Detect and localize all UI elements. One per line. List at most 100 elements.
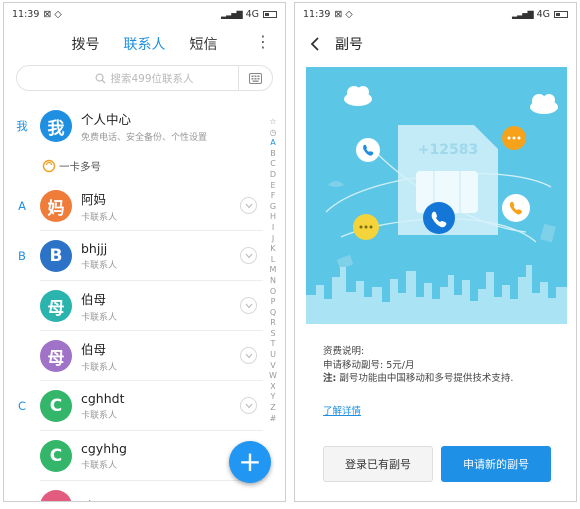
- sim-number: +12583: [418, 142, 478, 158]
- contact-sub: 免费电话、安全备份、个性设置: [81, 133, 208, 143]
- expand-chevron-icon[interactable]: [240, 397, 257, 414]
- alphabet-index-letter[interactable]: ☆: [267, 117, 279, 128]
- expand-chevron-icon[interactable]: [240, 297, 257, 314]
- alphabet-index-letter[interactable]: Y: [267, 392, 279, 403]
- dialpad-icon[interactable]: [238, 66, 272, 90]
- alphabet-index-letter[interactable]: Q: [267, 308, 279, 319]
- city-skyline-illustration: [306, 265, 567, 324]
- contacts-screen: 11:39 ⊠ ◇ ▂▃▅▇ 4G 拨号 联系人 短信 ⋮ 搜索499位联系人 …: [3, 2, 286, 502]
- avatar: 我: [40, 110, 72, 142]
- battery-icon: [554, 10, 568, 18]
- expand-chevron-icon[interactable]: [240, 347, 257, 364]
- learn-more-link[interactable]: 了解详情: [323, 403, 361, 417]
- plus-icon: +: [238, 445, 262, 478]
- contact-sub: 卡联系人: [81, 411, 118, 421]
- alphabet-index-letter[interactable]: G: [267, 202, 279, 213]
- tab-dialer[interactable]: 拨号: [72, 34, 100, 54]
- alphabet-index-letter[interactable]: A: [267, 138, 279, 149]
- alphabet-index-letter[interactable]: J: [267, 234, 279, 245]
- notification-icons: ⊠ ◇: [334, 8, 353, 20]
- contact-row[interactable]: 母伯母卡联系人: [4, 281, 285, 331]
- alphabet-index-letter[interactable]: P: [267, 297, 279, 308]
- alphabet-index-letter[interactable]: O: [267, 287, 279, 298]
- contact-name: cghhdt: [81, 391, 125, 406]
- status-time: 11:39: [12, 8, 40, 20]
- tab-contacts[interactable]: 联系人: [124, 34, 166, 54]
- avatar: 妈: [40, 190, 72, 222]
- phone-bubble-icon: [423, 202, 455, 234]
- alphabet-index-letter[interactable]: E: [267, 181, 279, 192]
- battery-icon: [263, 10, 277, 18]
- alphabet-index-letter[interactable]: Z: [267, 403, 279, 414]
- contact-row[interactable]: 母伯母 卡联系人: [4, 331, 285, 381]
- section-letter: 我: [16, 119, 28, 133]
- contact-sub: 卡联系人: [81, 313, 118, 323]
- avatar: B: [40, 240, 72, 272]
- more-menu-icon[interactable]: ⋮: [255, 34, 271, 50]
- avatar: 母: [40, 340, 72, 372]
- alphabet-index-letter[interactable]: ◷: [267, 128, 279, 139]
- contact-row[interactable]: C Ccghhdt 卡联系人: [4, 381, 285, 431]
- note-label: 注:: [323, 373, 337, 384]
- alphabet-index-letter[interactable]: M: [267, 265, 279, 276]
- add-contact-button[interactable]: +: [229, 441, 271, 483]
- alphabet-index-letter[interactable]: F: [267, 191, 279, 202]
- message-bubble-icon: [502, 126, 526, 150]
- contact-row[interactable]: A 妈阿妈 卡联系人: [4, 181, 285, 231]
- tab-messages[interactable]: 短信: [190, 34, 218, 54]
- cloud-icon: [344, 86, 558, 114]
- apply-new-number-button[interactable]: 申请新的副号: [441, 446, 551, 482]
- avatar: C: [40, 440, 72, 472]
- alphabet-index-letter[interactable]: T: [267, 339, 279, 350]
- contact-row[interactable]: B Bbhjjj 卡联系人: [4, 231, 285, 281]
- multi-number-icon: [42, 159, 56, 173]
- expand-chevron-icon[interactable]: [240, 197, 257, 214]
- contact-name: 阿妈: [81, 192, 107, 207]
- alphabet-index-letter[interactable]: N: [267, 276, 279, 287]
- alphabet-index-letter[interactable]: C: [267, 159, 279, 170]
- alphabet-index-letter[interactable]: D: [267, 170, 279, 181]
- contact-name: 伯母: [81, 292, 107, 307]
- expand-chevron-icon[interactable]: [240, 247, 257, 264]
- section-letter: B: [18, 249, 26, 263]
- alphabet-index[interactable]: ☆ ◷ A B C D E F G H I J K L M N O P Q R S T U V W X Y Z #: [267, 117, 279, 424]
- alphabet-index-letter[interactable]: V: [267, 361, 279, 372]
- contact-row[interactable]: cj: [4, 481, 285, 502]
- status-time: 11:39: [303, 8, 331, 20]
- contact-name: 伯母: [81, 342, 107, 357]
- login-existing-number-button[interactable]: 登录已有副号: [323, 446, 433, 482]
- alphabet-index-letter[interactable]: U: [267, 350, 279, 361]
- fee-line: 申请移动副号: 5元/月: [323, 359, 415, 371]
- note-text: 副号功能由中国移动和多号提供技术支持.: [336, 373, 514, 384]
- alphabet-index-letter[interactable]: #: [267, 414, 279, 425]
- fee-title: 资费说明:: [323, 346, 365, 357]
- alphabet-index-letter[interactable]: R: [267, 318, 279, 329]
- alphabet-index-letter[interactable]: K: [267, 244, 279, 255]
- fee-note: 注: 副号功能由中国移动和多号提供技术支持.: [323, 372, 513, 386]
- network-type: 4G: [245, 8, 259, 20]
- multi-number-row[interactable]: 一卡多号: [4, 151, 285, 181]
- avatar: 母: [40, 290, 72, 322]
- alphabet-index-letter[interactable]: W: [267, 371, 279, 382]
- secondary-number-illustration: +12583: [306, 67, 567, 324]
- alphabet-index-letter[interactable]: B: [267, 149, 279, 160]
- personal-center-row[interactable]: 我 我 个人中心 免费电话、安全备份、个性设置: [4, 101, 285, 151]
- message-bubble-icon: [353, 214, 379, 240]
- contact-name: 个人中心: [81, 112, 132, 127]
- back-arrow-icon[interactable]: [309, 37, 321, 51]
- contact-name: cj: [81, 498, 91, 502]
- status-bar: 11:39 ⊠ ◇ ▂▃▅▇ 4G: [295, 3, 576, 25]
- contact-name: bhjjj: [81, 241, 108, 256]
- search-placeholder: 搜索499位联系人: [110, 72, 194, 85]
- alphabet-index-letter[interactable]: I: [267, 223, 279, 234]
- alphabet-index-letter[interactable]: L: [267, 255, 279, 266]
- page-header: 副号: [295, 25, 576, 63]
- alphabet-index-letter[interactable]: H: [267, 212, 279, 223]
- secondary-number-screen: 11:39 ⊠ ◇ ▂▃▅▇ 4G 副号 +12583 资费说明: 申请移动副号…: [294, 2, 577, 502]
- contact-sub: 卡联系人: [81, 261, 118, 271]
- alphabet-index-letter[interactable]: X: [267, 382, 279, 393]
- search-input[interactable]: 搜索499位联系人: [16, 65, 273, 91]
- alphabet-index-letter[interactable]: S: [267, 329, 279, 340]
- avatar: C: [40, 390, 72, 422]
- phone-bubble-icon: [502, 194, 530, 222]
